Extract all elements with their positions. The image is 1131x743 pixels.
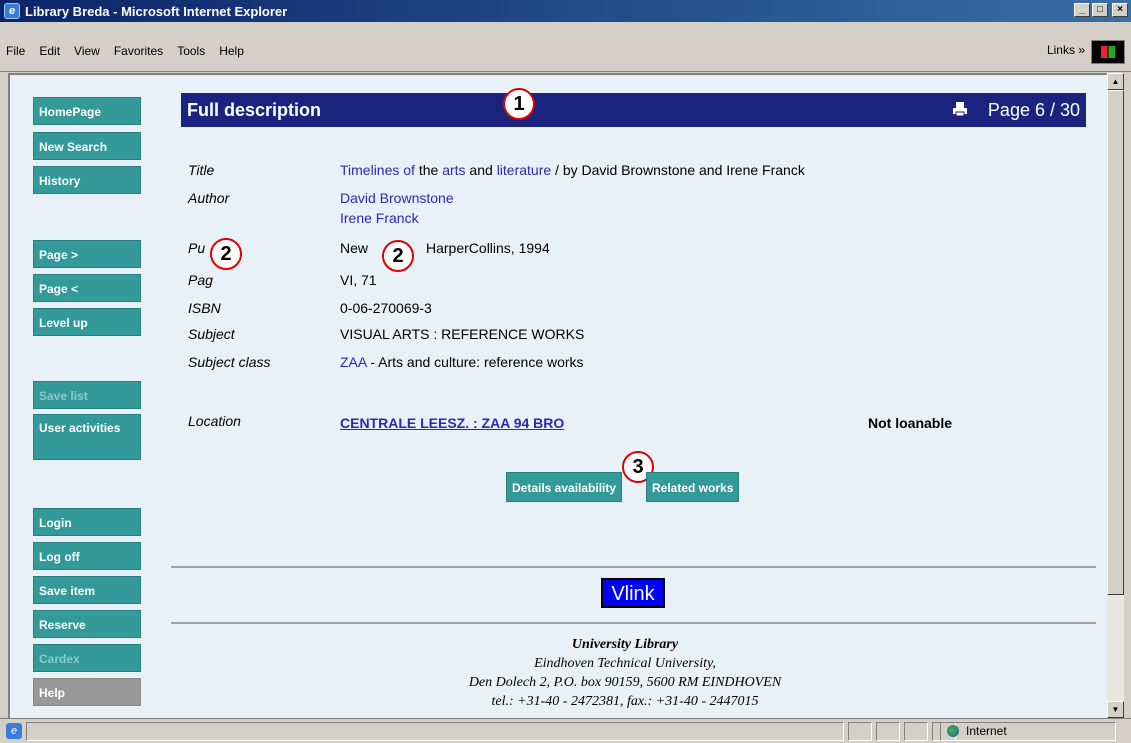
status-panel — [904, 722, 928, 741]
status-panel — [848, 722, 872, 741]
isbn-value: 0-06-270069-3 — [340, 300, 432, 316]
sidebar-item-login[interactable]: Login — [33, 508, 141, 536]
menu-help[interactable]: Help — [219, 44, 244, 58]
title-link-arts[interactable]: arts — [442, 162, 465, 178]
links-toolbar[interactable]: Links » — [1047, 43, 1085, 57]
loan-status: Not loanable — [868, 415, 953, 431]
sidebar-item-log-off[interactable]: Log off — [33, 542, 141, 570]
sidebar-item-homepage[interactable]: HomePage — [33, 97, 141, 125]
window-title: Library Breda - Microsoft Internet Explo… — [25, 3, 288, 19]
footer-address: Den Dolech 2, P.O. box 90159, 5600 RM EI… — [468, 675, 782, 690]
scroll-down-icon[interactable]: ▼ — [1107, 701, 1124, 718]
title-link-timelines[interactable]: Timelines of — [340, 162, 415, 178]
page-title: Full description — [187, 100, 322, 120]
sidebar-item-user-activities[interactable]: User activities — [33, 414, 141, 460]
footer-university: Eindhoven Technical University, — [534, 656, 716, 671]
footer-contact: tel.: +31-40 - 2472381, fax.: +31-40 - 2… — [491, 694, 759, 709]
sidebar-item-help[interactable]: Help — [33, 678, 141, 706]
menu-tools[interactable]: Tools — [177, 44, 205, 58]
internet-globe-icon — [947, 725, 959, 737]
window-controls: _ □ × — [1074, 3, 1128, 17]
printer-icon[interactable] — [952, 101, 968, 117]
callout-marker-2b: 2 — [382, 240, 414, 272]
page-status-icon: e — [6, 723, 22, 739]
subject-class-link[interactable]: ZAA — [340, 354, 366, 370]
author-label: Author — [188, 190, 230, 206]
sidebar-item-page-prev[interactable]: Page < — [33, 274, 141, 302]
details-availability-button[interactable]: Details availability — [506, 472, 623, 502]
full-description-header: Full description Page 6 / 30 — [181, 93, 1086, 127]
menu-items: File Edit View Favorites Tools Help — [6, 44, 244, 58]
location-link[interactable]: CENTRALE LEESZ. : ZAA 94 BRO — [340, 415, 564, 431]
menu-edit[interactable]: Edit — [39, 44, 60, 58]
zone-label: Internet — [966, 724, 1007, 738]
divider — [171, 566, 1096, 568]
author-link[interactable]: David Brownstone — [340, 190, 454, 206]
menu-file[interactable]: File — [6, 44, 25, 58]
sidebar-item-cardex[interactable]: Cardex — [33, 644, 141, 672]
window-titlebar: e Library Breda - Microsoft Internet Exp… — [0, 0, 1131, 22]
subject-class-label: Subject class — [188, 354, 271, 370]
pages-label: Pag — [188, 272, 213, 288]
close-button[interactable]: × — [1112, 3, 1128, 17]
sidebar-item-page-next[interactable]: Page > — [33, 240, 141, 268]
sidebar-item-level-up[interactable]: Level up — [33, 308, 141, 336]
maximize-button[interactable]: □ — [1092, 3, 1108, 17]
publisher-value-end: HarperCollins, 1994 — [426, 240, 550, 256]
footer-org-name: University Library — [571, 637, 679, 652]
status-panel — [26, 722, 844, 741]
scroll-thumb[interactable] — [1107, 90, 1124, 595]
callout-marker-2a: 2 — [210, 238, 242, 270]
menu-view[interactable]: View — [74, 44, 100, 58]
isbn-label: ISBN — [188, 300, 221, 316]
title-label: Title — [188, 162, 215, 178]
callout-marker-1: 1 — [503, 88, 535, 120]
sidebar-item-new-search[interactable]: New Search — [33, 132, 141, 160]
related-works-button[interactable]: Related works — [646, 472, 740, 502]
sidebar-item-history[interactable]: History — [33, 166, 141, 194]
title-link-literature[interactable]: literature — [497, 162, 551, 178]
title-value: Timelines of the arts and literature / b… — [340, 162, 805, 178]
minimize-button[interactable]: _ — [1074, 3, 1090, 17]
vlink-logo[interactable]: Vlink — [601, 578, 665, 608]
vertical-scrollbar[interactable]: ▲ ▼ — [1107, 73, 1124, 718]
subject-value: VISUAL ARTS : REFERENCE WORKS — [340, 326, 585, 342]
scroll-up-icon[interactable]: ▲ — [1107, 73, 1124, 90]
sidebar-item-save-item[interactable]: Save item — [33, 576, 141, 604]
menu-favorites[interactable]: Favorites — [114, 44, 163, 58]
subject-label: Subject — [188, 326, 235, 342]
page-count: Page 6 / 30 — [987, 100, 1080, 120]
sidebar-item-save-list[interactable]: Save list — [33, 381, 141, 409]
author-link[interactable]: Irene Franck — [340, 210, 419, 226]
ie-icon: e — [4, 3, 20, 19]
status-panel — [876, 722, 900, 741]
status-bar: e Internet — [0, 718, 1131, 743]
sidebar-item-reserve[interactable]: Reserve — [33, 610, 141, 638]
location-label: Location — [188, 413, 241, 429]
publisher-value-start: New — [340, 240, 369, 256]
publisher-label: Pu — [188, 240, 206, 256]
pages-value: VI, 71 — [340, 272, 377, 288]
subject-class-value: ZAA - Arts and culture: reference works — [340, 354, 584, 370]
divider — [171, 622, 1096, 624]
windows-logo-icon — [1091, 40, 1125, 64]
